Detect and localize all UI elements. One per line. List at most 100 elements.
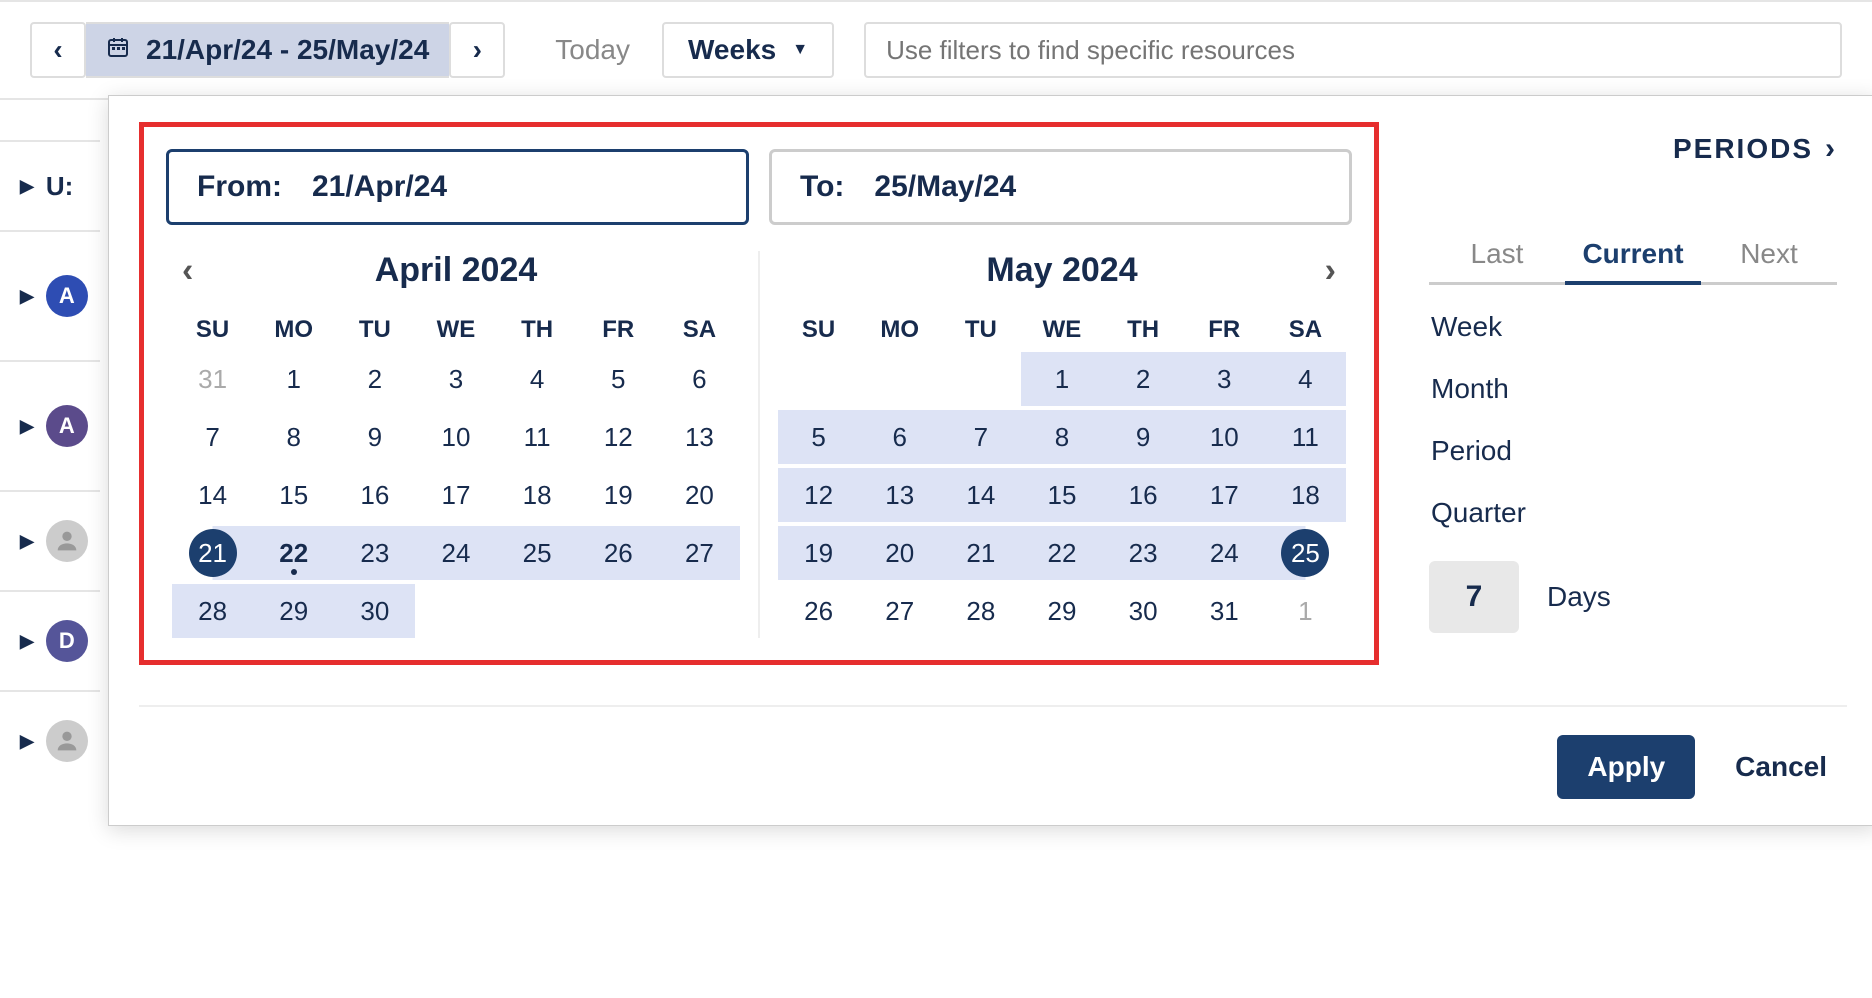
- dow-label: MO: [253, 308, 334, 352]
- day-cell[interactable]: 28: [940, 584, 1021, 638]
- day-cell[interactable]: 20: [859, 526, 940, 580]
- from-date-field[interactable]: From: 21/Apr/24: [166, 149, 749, 225]
- resource-row[interactable]: ▶ A: [0, 360, 100, 490]
- day-cell[interactable]: 18: [497, 468, 578, 522]
- prev-month-button[interactable]: ‹: [182, 251, 193, 290]
- day-cell[interactable]: 25: [1265, 526, 1346, 580]
- view-mode-button[interactable]: Weeks ▼: [662, 22, 834, 78]
- day-cell[interactable]: 13: [859, 468, 940, 522]
- day-cell[interactable]: 16: [1103, 468, 1184, 522]
- day-cell[interactable]: 10: [1184, 410, 1265, 464]
- day-cell[interactable]: 19: [578, 468, 659, 522]
- day-cell[interactable]: 1: [1021, 352, 1102, 406]
- view-mode-label: Weeks: [688, 34, 776, 66]
- day-cell[interactable]: 12: [778, 468, 859, 522]
- day-cell[interactable]: 3: [1184, 352, 1265, 406]
- day-cell[interactable]: 20: [659, 468, 740, 522]
- filter-input[interactable]: [864, 22, 1842, 78]
- resource-row[interactable]: ▶: [0, 490, 100, 590]
- day-cell[interactable]: 22: [1021, 526, 1102, 580]
- day-cell[interactable]: 5: [578, 352, 659, 406]
- day-cell[interactable]: 21: [940, 526, 1021, 580]
- day-cell[interactable]: 10: [415, 410, 496, 464]
- day-cell[interactable]: 31: [172, 352, 253, 406]
- period-item[interactable]: Quarter: [1429, 491, 1837, 535]
- to-date-field[interactable]: To: 25/May/24: [769, 149, 1352, 225]
- day-cell[interactable]: 15: [253, 468, 334, 522]
- day-cell[interactable]: 12: [578, 410, 659, 464]
- days-input[interactable]: [1429, 561, 1519, 633]
- day-cell[interactable]: 23: [1103, 526, 1184, 580]
- toolbar: ‹ 21/Apr/24 - 25/May/24 › Today Weeks ▼: [0, 0, 1872, 100]
- day-cell[interactable]: 16: [334, 468, 415, 522]
- day-cell[interactable]: 31: [1184, 584, 1265, 638]
- day-cell[interactable]: 5: [778, 410, 859, 464]
- resource-header-label: U:: [46, 171, 73, 202]
- day-cell[interactable]: 15: [1021, 468, 1102, 522]
- day-cell[interactable]: 30: [1103, 584, 1184, 638]
- day-cell[interactable]: 29: [253, 584, 334, 638]
- prev-range-button[interactable]: ‹: [30, 22, 86, 78]
- next-month-button[interactable]: ›: [1325, 251, 1336, 290]
- day-cell[interactable]: 25: [497, 526, 578, 580]
- day-cell[interactable]: 2: [334, 352, 415, 406]
- day-cell[interactable]: 14: [940, 468, 1021, 522]
- day-cell[interactable]: 24: [415, 526, 496, 580]
- day-cell[interactable]: 7: [940, 410, 1021, 464]
- day-cell[interactable]: 28: [172, 584, 253, 638]
- day-cell[interactable]: 4: [497, 352, 578, 406]
- day-cell[interactable]: 8: [1021, 410, 1102, 464]
- cancel-button[interactable]: Cancel: [1725, 735, 1837, 799]
- day-cell[interactable]: 4: [1265, 352, 1346, 406]
- resource-row[interactable]: ▶: [0, 690, 100, 790]
- resource-header-row[interactable]: ▶ U:: [0, 140, 100, 230]
- day-cell[interactable]: 1: [253, 352, 334, 406]
- day-cell[interactable]: 22: [253, 526, 334, 580]
- day-cell[interactable]: 21: [172, 526, 253, 580]
- today-button[interactable]: Today: [535, 22, 650, 78]
- day-cell[interactable]: 14: [172, 468, 253, 522]
- day-cell[interactable]: 18: [1265, 468, 1346, 522]
- periods-toggle[interactable]: PERIODS ›: [1429, 132, 1837, 166]
- day-cell[interactable]: 19: [778, 526, 859, 580]
- period-item[interactable]: Period: [1429, 429, 1837, 473]
- day-cell[interactable]: 26: [578, 526, 659, 580]
- day-cell[interactable]: 7: [172, 410, 253, 464]
- day-cell[interactable]: 17: [415, 468, 496, 522]
- day-cell[interactable]: 17: [1184, 468, 1265, 522]
- tab-next[interactable]: Next: [1701, 226, 1837, 282]
- month-right: May 2024 › SUMOTUWETHFRSA 12345678910111…: [760, 251, 1352, 638]
- day-cell[interactable]: 30: [334, 584, 415, 638]
- resource-row[interactable]: ▶ A: [0, 230, 100, 360]
- day-cell[interactable]: 27: [659, 526, 740, 580]
- day-cell[interactable]: 9: [334, 410, 415, 464]
- period-item[interactable]: Week: [1429, 305, 1837, 349]
- day-cell[interactable]: 27: [859, 584, 940, 638]
- dow-label: TU: [334, 308, 415, 352]
- day-cell[interactable]: 11: [1265, 410, 1346, 464]
- dow-label: WE: [415, 308, 496, 352]
- day-cell[interactable]: 2: [1103, 352, 1184, 406]
- tab-current[interactable]: Current: [1565, 226, 1701, 282]
- day-cell[interactable]: 11: [497, 410, 578, 464]
- date-range-button[interactable]: 21/Apr/24 - 25/May/24: [86, 22, 449, 78]
- day-cell[interactable]: 23: [334, 526, 415, 580]
- day-cell[interactable]: 26: [778, 584, 859, 638]
- day-cell[interactable]: 8: [253, 410, 334, 464]
- tab-last[interactable]: Last: [1429, 226, 1565, 282]
- resource-row[interactable]: ▶ D: [0, 590, 100, 690]
- day-cell[interactable]: 6: [859, 410, 940, 464]
- avatar: A: [46, 275, 88, 317]
- day-cell[interactable]: 13: [659, 410, 740, 464]
- date-picker-popup: From: 21/Apr/24 To: 25/May/24 ‹ April 20…: [108, 95, 1872, 826]
- day-cell[interactable]: 24: [1184, 526, 1265, 580]
- day-cell[interactable]: 29: [1021, 584, 1102, 638]
- day-cell[interactable]: 9: [1103, 410, 1184, 464]
- day-cell[interactable]: 3: [415, 352, 496, 406]
- day-cell[interactable]: 1: [1265, 584, 1346, 638]
- day-cell[interactable]: 6: [659, 352, 740, 406]
- period-item[interactable]: Month: [1429, 367, 1837, 411]
- apply-button[interactable]: Apply: [1557, 735, 1695, 799]
- next-range-button[interactable]: ›: [449, 22, 505, 78]
- dow-label: SU: [172, 308, 253, 352]
